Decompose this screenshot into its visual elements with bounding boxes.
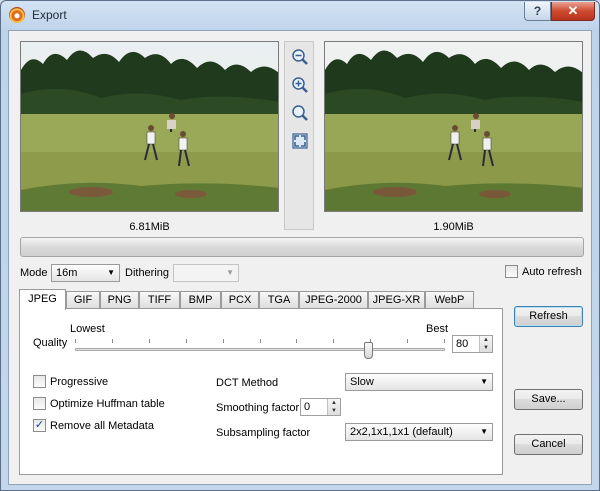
quality-slider-tick [296, 339, 297, 343]
export-preview-image[interactable] [324, 41, 583, 212]
jpeg-options-panel: Lowest Best Quality 80 ▲ ▼ Progressive Op… [19, 308, 503, 475]
tab-gif[interactable]: GIF [66, 291, 100, 309]
quality-slider-tick [223, 339, 224, 343]
chevron-down-icon: ▼ [107, 268, 115, 277]
zoom-fit-icon[interactable] [291, 104, 309, 122]
mode-label: Mode [20, 267, 48, 279]
dct-method-select[interactable]: Slow ▼ [345, 373, 493, 391]
chevron-down-icon: ▼ [480, 377, 488, 386]
quality-label: Quality [33, 337, 68, 349]
remove-metadata-label: Remove all Metadata [50, 420, 154, 432]
dct-method-value: Slow [350, 376, 374, 388]
cancel-button[interactable]: Cancel [514, 434, 583, 455]
quality-slider-tick [112, 339, 113, 343]
chevron-down-icon: ▼ [480, 427, 488, 436]
quality-slider-tick [407, 339, 408, 343]
quality-best-label: Best [426, 323, 449, 335]
zoom-out-icon[interactable] [291, 48, 309, 66]
dialog-body: 6.81MiB 1.90MiB Mode 16m ▼ Dithering ▼ A… [8, 30, 592, 485]
quality-slider-tick [186, 339, 187, 343]
chevron-down-icon: ▼ [226, 268, 234, 277]
quality-slider[interactable] [75, 335, 445, 365]
tab-tga[interactable]: TGA [259, 291, 299, 309]
quality-slider-tick [260, 339, 261, 343]
quality-lowest-label: Lowest [70, 323, 105, 335]
progressive-checkbox[interactable] [33, 375, 46, 388]
fullscreen-icon[interactable] [291, 132, 309, 150]
export-dialog: Export ? ✕ 6.81MiB 1.90MiB Mode 16m ▼ Di… [0, 0, 600, 491]
tab-jpeg-xr[interactable]: JPEG-XR [368, 291, 425, 309]
title-bar[interactable]: Export ? ✕ [1, 1, 599, 29]
tab-png[interactable]: PNG [100, 291, 139, 309]
export-progress-bar [20, 237, 584, 257]
mode-select[interactable]: 16m ▼ [51, 264, 120, 282]
refresh-button[interactable]: Refresh [514, 306, 583, 327]
dithering-select[interactable]: ▼ [173, 264, 239, 282]
quality-slider-tick [333, 339, 334, 343]
optimize-huffman-checkbox[interactable] [33, 397, 46, 410]
tab-jpeg-2000[interactable]: JPEG-2000 [299, 291, 368, 309]
quality-slider-tick [75, 339, 76, 343]
spinner-arrows-icon[interactable]: ▲ ▼ [327, 399, 340, 415]
original-size-label: 6.81MiB [129, 221, 170, 233]
original-preview-image[interactable] [20, 41, 279, 212]
tab-bmp[interactable]: BMP [180, 291, 221, 309]
subsampling-factor-select[interactable]: 2x2,1x1,1x1 (default) ▼ [345, 423, 493, 441]
window-title: Export [32, 8, 67, 22]
tab-tiff[interactable]: TIFF [139, 291, 180, 309]
quality-value: 80 [456, 338, 469, 350]
export-size-label: 1.90MiB [433, 221, 474, 233]
quality-slider-thumb[interactable] [364, 342, 373, 359]
optimize-huffman-label: Optimize Huffman table [50, 398, 165, 410]
remove-metadata-checkbox[interactable]: ✓ [33, 419, 46, 432]
tab-webp[interactable]: WebP [425, 291, 474, 309]
zoom-in-icon[interactable] [291, 76, 309, 94]
tab-jpeg[interactable]: JPEG [19, 289, 66, 310]
smoothing-factor-value: 0 [304, 401, 311, 413]
app-icon [9, 7, 25, 23]
auto-refresh-checkbox[interactable] [505, 265, 518, 278]
spinner-arrows-icon[interactable]: ▲ ▼ [479, 336, 492, 352]
save-button[interactable]: Save... [514, 389, 583, 410]
quality-spinner[interactable]: 80 ▲ ▼ [452, 335, 493, 353]
dithering-label: Dithering [125, 267, 170, 279]
progressive-label: Progressive [50, 376, 109, 388]
mode-value: 16m [56, 267, 78, 279]
close-button[interactable]: ✕ [551, 2, 595, 21]
subsampling-factor-value: 2x2,1x1,1x1 (default) [350, 426, 453, 438]
dct-method-label: DCT Method [216, 377, 279, 389]
quality-slider-tick [149, 339, 150, 343]
auto-refresh-label: Auto refresh [522, 266, 582, 278]
quality-slider-track [75, 348, 445, 351]
help-button[interactable]: ? [524, 2, 551, 21]
subsampling-factor-label: Subsampling factor [216, 427, 311, 439]
zoom-toolbar [284, 41, 314, 230]
smoothing-factor-spinner[interactable]: 0 ▲ ▼ [300, 398, 341, 416]
quality-slider-tick [444, 339, 445, 343]
tab-pcx[interactable]: PCX [221, 291, 259, 309]
smoothing-factor-label: Smoothing factor [216, 402, 300, 414]
